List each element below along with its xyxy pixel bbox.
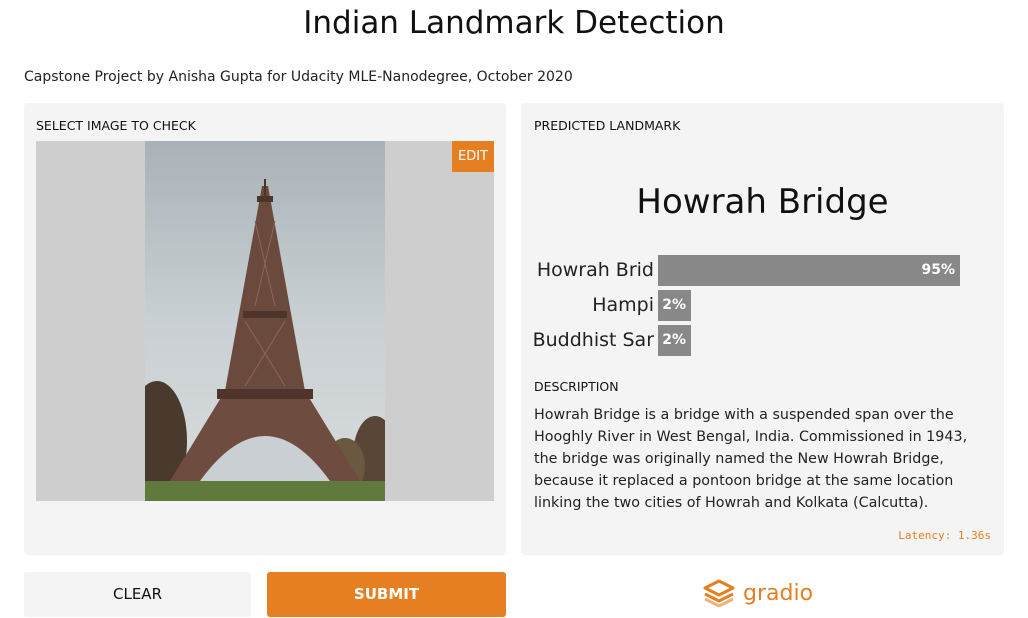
predicted-landmark: Howrah Bridge	[636, 182, 889, 222]
confidence-bar: 2%	[658, 290, 691, 321]
submit-button[interactable]: SUBMIT	[267, 572, 506, 617]
gradio-logo[interactable]: gradio	[703, 577, 813, 609]
output-panel: PREDICTED LANDMARK Howrah Bridge Howrah …	[521, 103, 1004, 555]
latency-readout: Latency: 1.36s	[898, 529, 991, 542]
confidence-value: 2%	[662, 297, 686, 313]
description-label: DESCRIPTION	[534, 379, 619, 394]
confidence-bar: 95%	[658, 255, 960, 286]
image-upload-area[interactable]: EDIT	[36, 141, 494, 501]
confidence-row: Hampi 2%	[521, 290, 1004, 321]
input-panel-label: SELECT IMAGE TO CHECK	[36, 118, 196, 133]
confidence-bar-track: 2%	[658, 290, 976, 321]
confidence-row: Howrah Brid 95%	[521, 255, 1004, 286]
page-subtitle: Capstone Project by Anisha Gupta for Uda…	[24, 69, 573, 85]
page-title: Indian Landmark Detection	[303, 5, 725, 41]
confidence-bar-track: 2%	[658, 325, 976, 356]
confidence-label: Buddhist Sar	[532, 329, 654, 351]
confidence-bar-track: 95%	[658, 255, 976, 286]
eiffel-tower-photo	[145, 141, 385, 501]
gradio-logo-text: gradio	[743, 580, 814, 606]
confidence-label: Hampi	[592, 294, 654, 316]
confidence-bar: 2%	[658, 325, 691, 356]
confidence-row: Buddhist Sar 2%	[521, 325, 1004, 356]
confidence-value: 2%	[662, 332, 686, 348]
confidence-value: 95%	[921, 262, 955, 278]
output-panel-label: PREDICTED LANDMARK	[534, 118, 681, 133]
landmark-description: Howrah Bridge is a bridge with a suspend…	[534, 407, 968, 511]
input-panel: SELECT IMAGE TO CHECK EDIT	[24, 103, 506, 555]
confidence-label: Howrah Brid	[536, 259, 654, 281]
edit-button[interactable]: EDIT	[452, 141, 494, 172]
clear-button[interactable]: CLEAR	[24, 572, 251, 617]
gradio-logo-icon	[703, 579, 735, 607]
